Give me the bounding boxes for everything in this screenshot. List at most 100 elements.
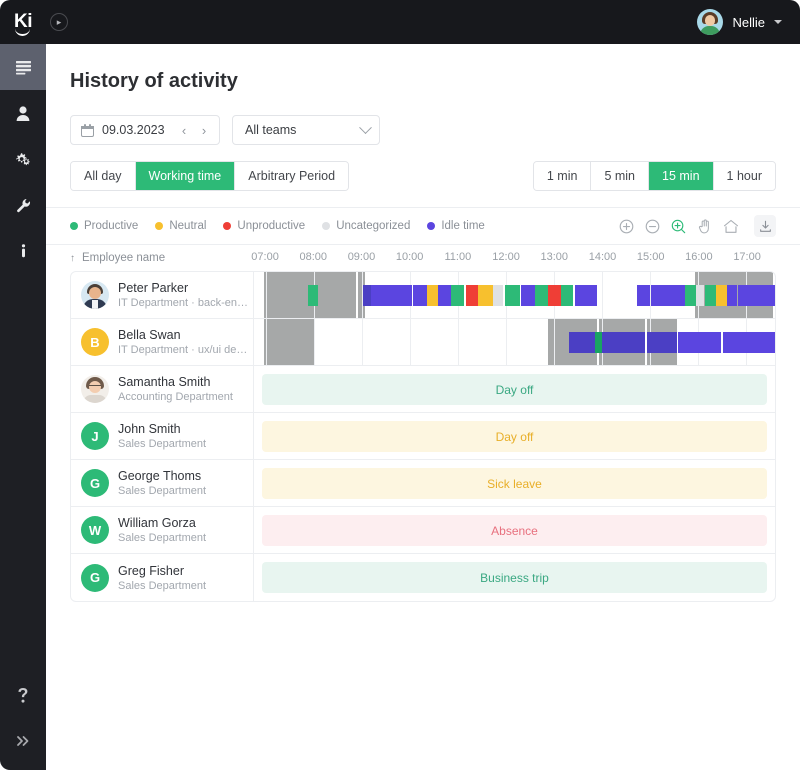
sidebar-item-settings[interactable] (0, 136, 46, 182)
activity-segment[interactable] (726, 285, 737, 306)
legend-item-productive[interactable]: Productive (70, 220, 138, 232)
sidebar-item-collapse[interactable] (0, 718, 46, 764)
table-row[interactable]: Samantha Smith Accounting Department Day o… (71, 366, 775, 413)
team-select[interactable]: All teams (232, 115, 380, 145)
sidebar-item-help[interactable] (0, 672, 46, 718)
activity-segment[interactable] (426, 285, 438, 306)
chevron-down-icon (359, 120, 372, 134)
table-row[interactable]: G George Thoms Sales Department Sick leave (71, 460, 775, 507)
sidebar-item-employees[interactable] (0, 90, 46, 136)
hand-icon[interactable] (696, 218, 713, 235)
user-menu[interactable]: Nellie (697, 9, 782, 35)
table-row[interactable]: J John Smith Sales Department Day off (71, 413, 775, 460)
avatar: B (81, 328, 109, 356)
timeline-track[interactable]: Sick leave (254, 460, 775, 506)
tab-arbitrary-period[interactable]: Arbitrary Period (235, 162, 349, 190)
activity-segment[interactable] (705, 285, 716, 306)
top-bar: Ki ▸ Nellie (0, 0, 800, 44)
gears-icon (16, 152, 30, 165)
activity-segment[interactable] (684, 285, 696, 306)
activity-segment[interactable] (715, 285, 727, 306)
legend-item-unproductive[interactable]: Unproductive (223, 220, 305, 232)
table-row[interactable]: Peter Parker IT Department · back-end de.… (71, 272, 775, 319)
activity-segment[interactable] (594, 332, 603, 353)
employee-cell: J John Smith Sales Department (71, 413, 254, 459)
activity-segment[interactable] (651, 285, 685, 306)
tab-1-hour[interactable]: 1 hour (713, 162, 775, 190)
activity-segment[interactable] (646, 332, 677, 353)
activity-segment[interactable] (561, 285, 574, 306)
status-badge[interactable]: Day off (262, 374, 767, 405)
timeline-track[interactable] (254, 319, 775, 365)
table-row[interactable]: W William Gorza Sales Department Absence (71, 507, 775, 554)
date-picker[interactable]: 09.03.2023 ‹ › (70, 115, 220, 145)
date-next-button[interactable]: › (195, 117, 213, 143)
activity-segment[interactable] (574, 285, 598, 306)
activity-segment[interactable] (723, 332, 775, 353)
activity-segment[interactable] (465, 285, 479, 306)
employee-name-block: John Smith Sales Department (118, 422, 206, 450)
status-badge[interactable]: Sick leave (262, 468, 767, 499)
activity-segment[interactable] (695, 285, 704, 306)
legend-color-dot (155, 222, 164, 230)
status-badge[interactable]: Absence (262, 515, 767, 546)
timeline-track[interactable]: Absence (254, 507, 775, 553)
tab-15-min[interactable]: 15 min (649, 162, 714, 190)
activity-segment[interactable] (307, 285, 318, 306)
sidebar-item-tools[interactable] (0, 182, 46, 228)
timeline-track[interactable]: Day off (254, 366, 775, 412)
logo-text: Ki (14, 11, 33, 36)
table-row[interactable]: B Bella Swan IT Department · ux/ui design.… (71, 319, 775, 366)
activity-segment[interactable] (677, 332, 722, 353)
tab-working-time[interactable]: Working time (135, 162, 236, 190)
download-icon[interactable] (754, 215, 776, 237)
timeline-track[interactable]: Business trip (254, 554, 775, 601)
tab-all-day[interactable]: All day (71, 162, 136, 190)
legend-item-neutral[interactable]: Neutral (155, 220, 206, 232)
status-badge[interactable]: Business trip (262, 562, 767, 593)
employee-cell: G George Thoms Sales Department (71, 460, 254, 506)
activity-segment[interactable] (478, 285, 494, 306)
activity-segment[interactable] (363, 285, 371, 306)
activity-segment[interactable] (370, 285, 413, 306)
activity-segment[interactable] (450, 285, 465, 306)
legend-item-uncategorized[interactable]: Uncategorized (322, 220, 410, 232)
table-row[interactable]: G Greg Fisher Sales Department Business tri… (71, 554, 775, 601)
home-icon[interactable] (722, 218, 739, 235)
page-title: History of activity (70, 70, 238, 92)
employee-name: Bella Swan (118, 328, 181, 342)
activity-segment[interactable] (534, 285, 549, 306)
timeline-track[interactable]: Day off (254, 413, 775, 459)
app-window: Ki ▸ Nellie History of activity 09.03.20… (0, 0, 800, 770)
status-badge[interactable]: Day off (262, 421, 767, 452)
activity-segment[interactable] (568, 332, 595, 353)
sidebar-item-info[interactable] (0, 228, 46, 274)
activity-segment[interactable] (737, 285, 775, 306)
legend-label: Neutral (169, 220, 207, 232)
tab-5-min[interactable]: 5 min (591, 162, 650, 190)
legend-item-idle-time[interactable]: Idle time (427, 220, 485, 232)
activity-segment[interactable] (437, 285, 451, 306)
activity-segment[interactable] (413, 285, 427, 306)
avatar (697, 9, 724, 35)
legend-color-dot (223, 222, 232, 230)
zoom-in-circle-icon[interactable] (618, 218, 635, 235)
logo[interactable]: Ki (0, 0, 46, 44)
timeline-track[interactable] (254, 272, 775, 318)
zoom-out-circle-icon[interactable] (644, 218, 661, 235)
zoom-select-icon[interactable] (670, 218, 687, 235)
activity-segment[interactable] (504, 285, 520, 306)
activity-segment[interactable] (493, 285, 503, 306)
activity-segment[interactable] (636, 285, 651, 306)
activity-segment[interactable] (602, 332, 646, 353)
tab-1-min[interactable]: 1 min (533, 162, 592, 190)
date-prev-button[interactable]: ‹ (175, 117, 193, 143)
activity-segment[interactable] (520, 285, 535, 306)
chevron-right-icon[interactable]: ▸ (50, 13, 68, 31)
sidebar-item-reports[interactable] (0, 44, 46, 90)
column-header-employee-name[interactable]: ↑ Employee name (70, 252, 253, 264)
working-time-block (263, 272, 314, 318)
activity-segment[interactable] (548, 285, 562, 306)
employee-name: Samantha Smith (118, 375, 211, 389)
time-tick-label: 12:00 (492, 251, 520, 263)
